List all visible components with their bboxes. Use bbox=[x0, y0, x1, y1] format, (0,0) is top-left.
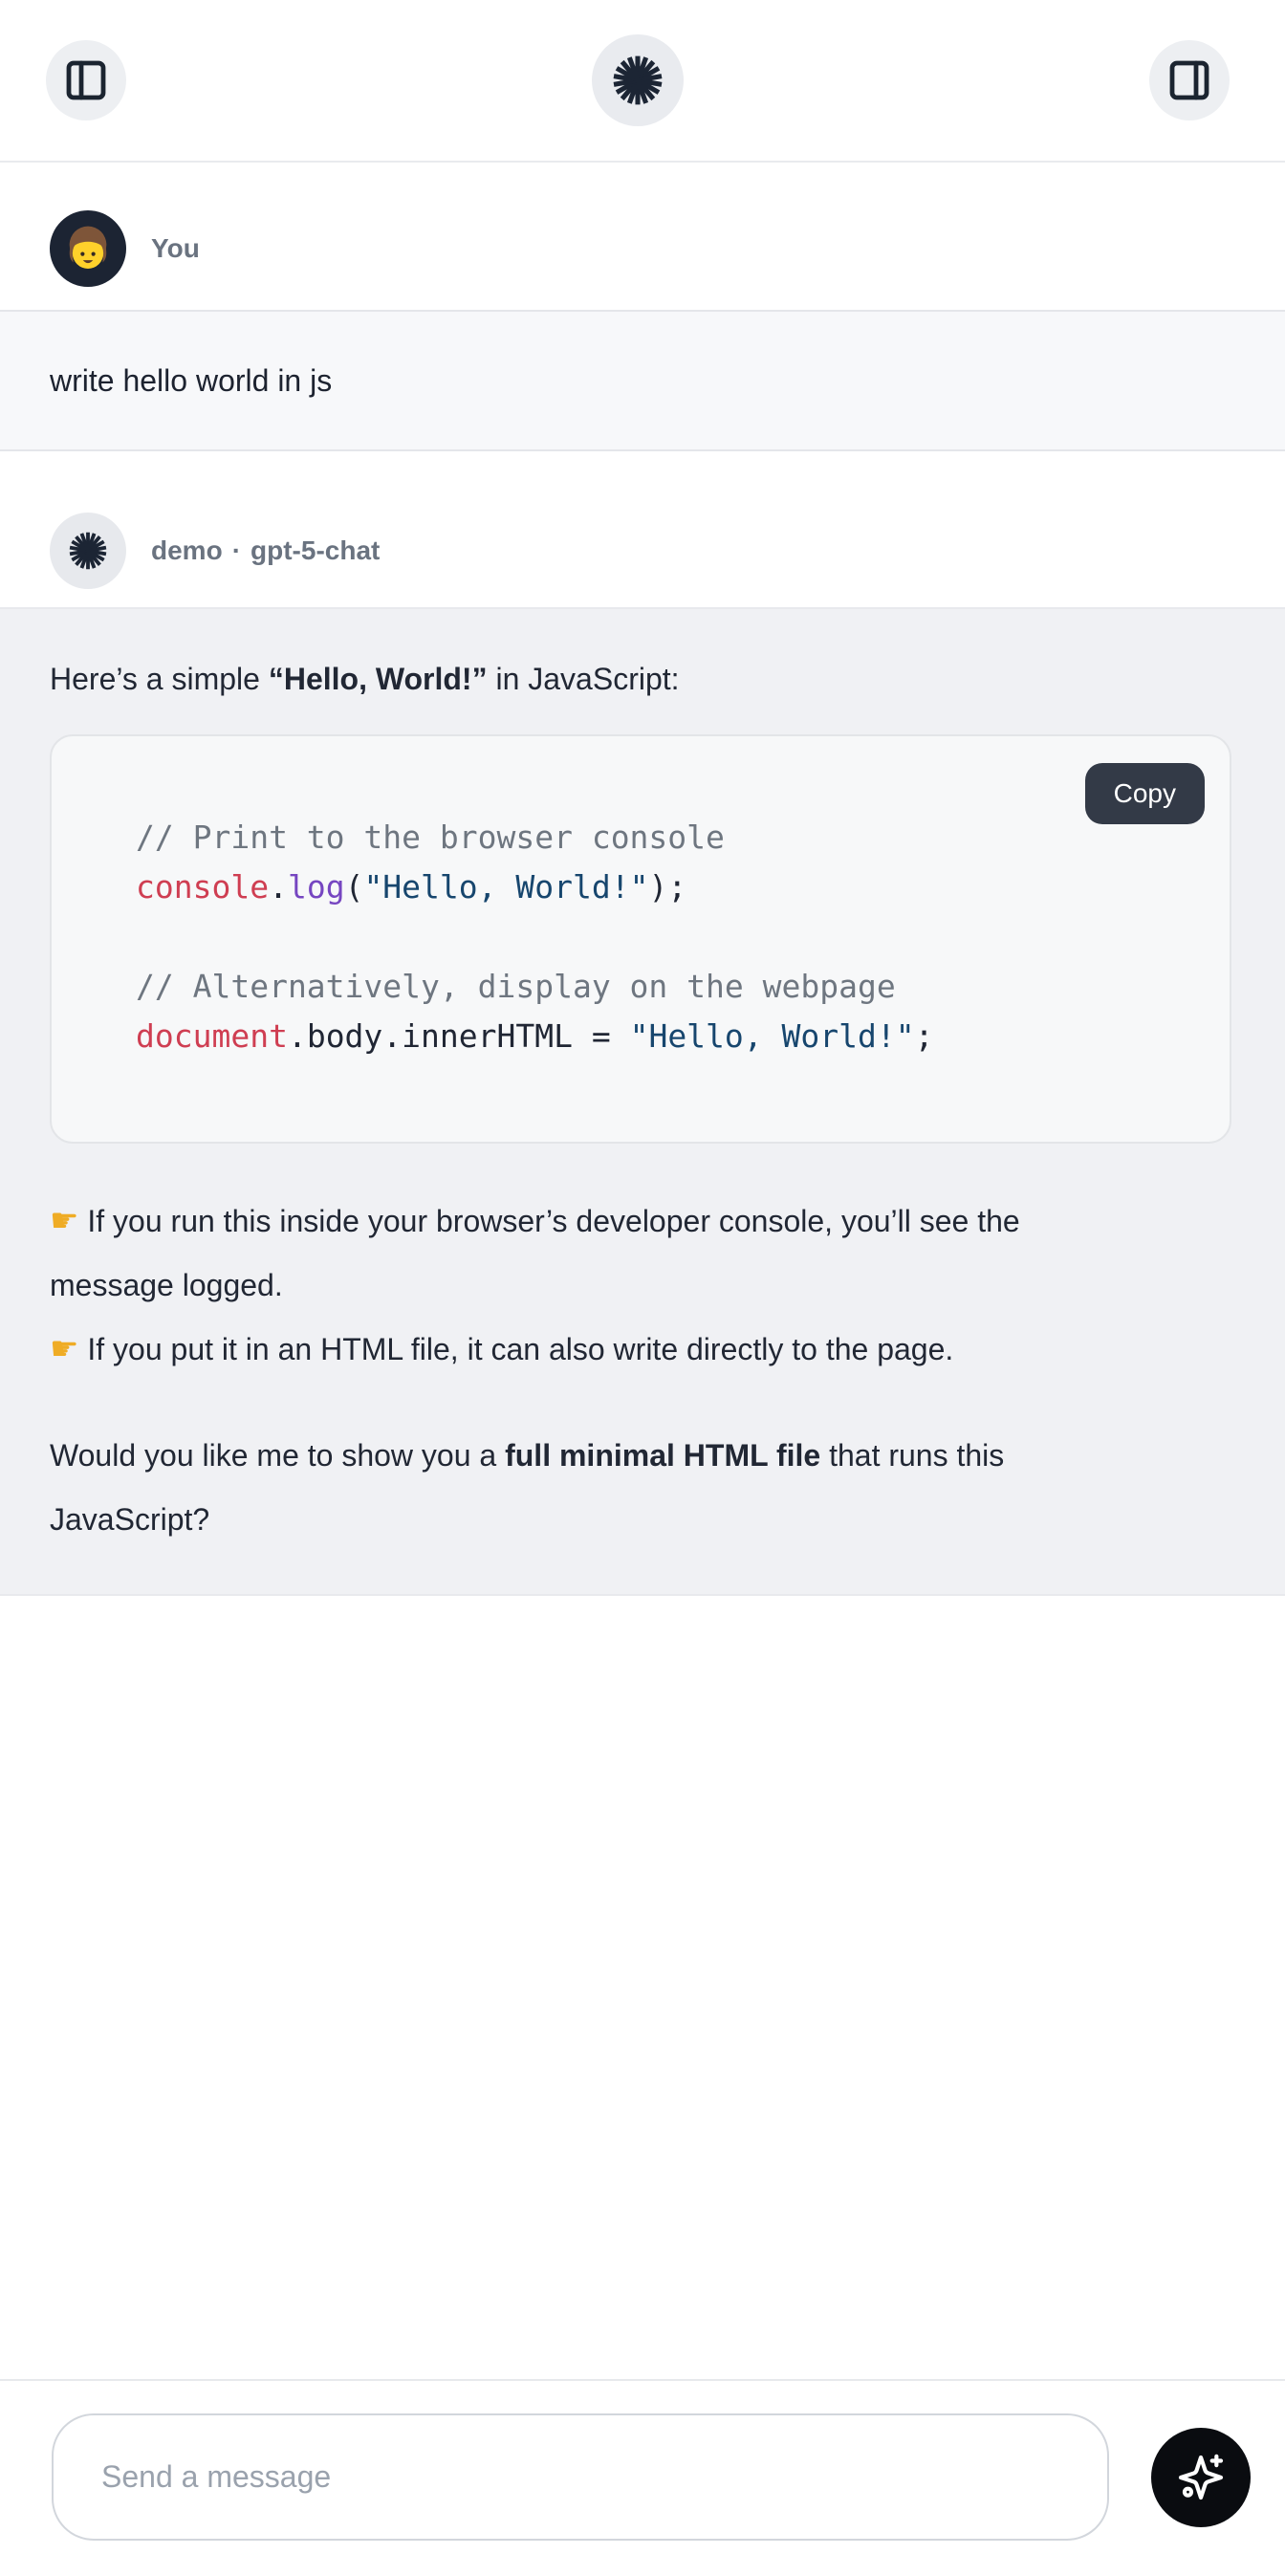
user-message: write hello world in js bbox=[0, 310, 1285, 451]
assistant-turn-header: demo · gpt-5-chat bbox=[0, 513, 1285, 589]
text-segment: full minimal HTML file bbox=[505, 1438, 820, 1473]
assistant-paragraphs: ☛ If you run this inside your browser’s … bbox=[50, 1190, 1235, 1552]
model-logo-button[interactable] bbox=[592, 34, 684, 126]
send-button[interactable] bbox=[1151, 2428, 1251, 2527]
code-token-comment: // Alternatively, display on the webpage bbox=[136, 968, 896, 1005]
panel-left-icon bbox=[63, 57, 109, 103]
code-token-plain: ; bbox=[915, 1017, 934, 1055]
assistant-intro-paragraph: Here’s a simple “Hello, World!” in JavaS… bbox=[50, 647, 1149, 711]
sparkles-icon bbox=[1174, 2451, 1228, 2504]
code-token-plain: ( bbox=[345, 868, 364, 906]
sender-name: You bbox=[151, 233, 200, 264]
message-input[interactable] bbox=[52, 2413, 1109, 2541]
chat-empty-area bbox=[0, 1596, 1285, 2379]
code-token-builtin: console bbox=[136, 868, 269, 906]
pointing-hand-emoji: ☛ bbox=[50, 1330, 78, 1368]
code-token-function: log bbox=[288, 868, 345, 906]
text-segment: in JavaScript: bbox=[488, 662, 680, 696]
assistant-paragraph: ☛ If you run this inside your browser’s … bbox=[50, 1190, 1149, 1382]
code-token-plain: ); bbox=[648, 868, 686, 906]
code-block: Copy // Print to the browser console con… bbox=[50, 734, 1231, 1144]
model-name: gpt-5-chat bbox=[250, 535, 380, 566]
composer-bar bbox=[0, 2379, 1285, 2576]
code-content: // Print to the browser console console.… bbox=[52, 736, 1230, 1142]
assistant-message: Here’s a simple “Hello, World!” in JavaS… bbox=[0, 607, 1285, 1596]
sender-separator: · bbox=[232, 535, 241, 566]
user-avatar bbox=[50, 210, 126, 287]
text-segment: “Hello, World!” bbox=[269, 662, 488, 696]
right-panel-toggle-button[interactable] bbox=[1149, 40, 1230, 120]
code-token-comment: // Print to the browser console bbox=[136, 819, 725, 856]
text-segment: Would you like me to show you a bbox=[50, 1438, 505, 1473]
assistant-sender-label: demo · gpt-5-chat bbox=[151, 535, 380, 566]
pointing-hand-emoji: ☛ bbox=[50, 1202, 78, 1240]
code-token-plain: . bbox=[269, 868, 288, 906]
top-bar bbox=[0, 0, 1285, 163]
code-token-plain: .body.innerHTML = bbox=[288, 1017, 630, 1055]
code-token-builtin: document bbox=[136, 1017, 288, 1055]
assistant-paragraph: Would you like me to show you a full min… bbox=[50, 1424, 1149, 1552]
sidebar-toggle-button[interactable] bbox=[46, 40, 126, 120]
assistant-avatar bbox=[50, 513, 126, 589]
user-turn-header: You bbox=[0, 210, 1285, 287]
person-emoji-icon bbox=[60, 221, 116, 276]
chat-app: You write hello world in js bbox=[0, 0, 1285, 2576]
text-segment: Here’s a simple bbox=[50, 662, 269, 696]
starburst-avatar-icon bbox=[67, 530, 109, 572]
text-segment: If you put it in an HTML file, it can al… bbox=[78, 1332, 953, 1366]
panel-right-icon bbox=[1166, 57, 1212, 103]
agent-name: demo bbox=[151, 535, 223, 566]
copy-code-button[interactable]: Copy bbox=[1085, 763, 1205, 824]
code-token-string: "Hello, World!" bbox=[630, 1017, 915, 1055]
text-segment: If you run this inside your browser’s de… bbox=[50, 1204, 1020, 1302]
code-token-string: "Hello, World!" bbox=[363, 868, 648, 906]
user-message-text: write hello world in js bbox=[50, 363, 332, 398]
user-sender-label: You bbox=[151, 233, 200, 264]
starburst-logo-icon bbox=[610, 53, 665, 108]
